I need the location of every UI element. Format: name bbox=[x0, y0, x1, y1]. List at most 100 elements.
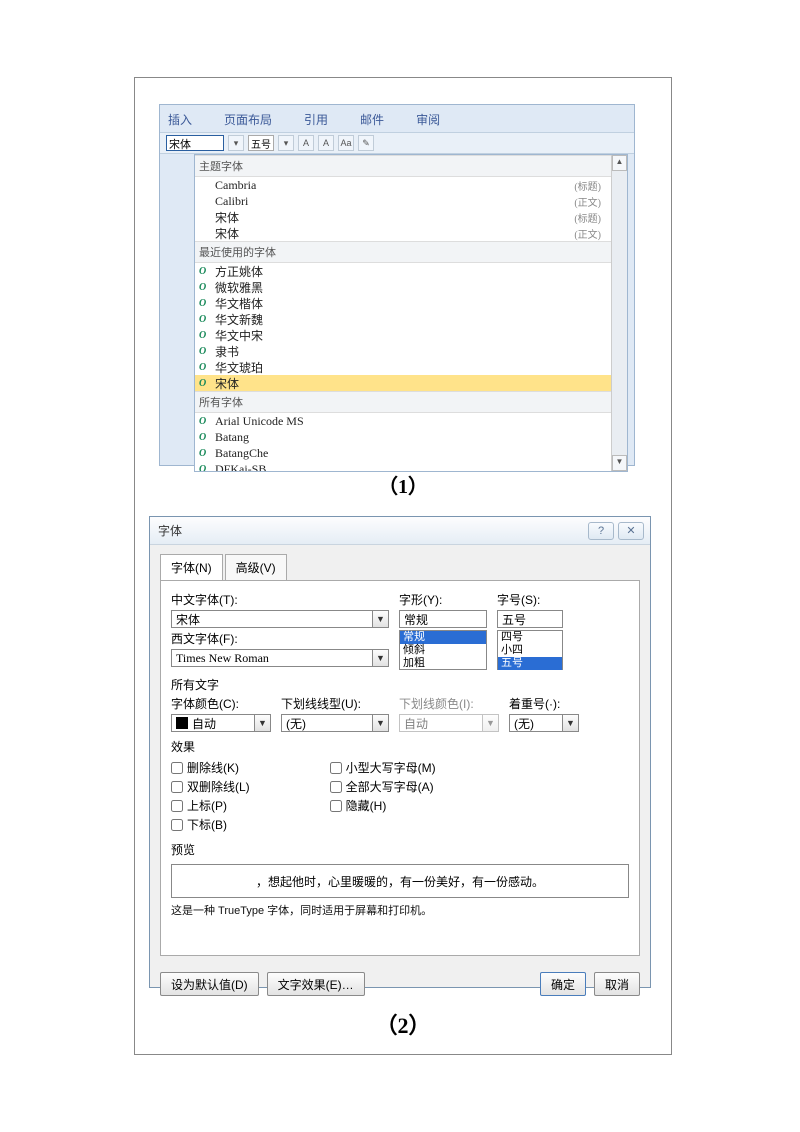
font-item-highlighted[interactable]: O 宋体 bbox=[195, 375, 611, 391]
font-item-label: 华文琥珀 bbox=[215, 359, 607, 376]
group-all-text: 所有文字 bbox=[171, 676, 629, 693]
ribbon-font-row: 宋体 ▾ 五号 ▾ A A Aa ✎ bbox=[160, 132, 634, 154]
font-item[interactable]: O 隶书 bbox=[195, 343, 611, 359]
font-item[interactable]: O华文琥珀 bbox=[195, 359, 611, 375]
chevron-down-icon: ▼ bbox=[372, 715, 388, 731]
list-item[interactable]: 加粗 bbox=[400, 657, 486, 670]
cb-hidden[interactable]: 隐藏(H) bbox=[330, 797, 436, 814]
grow-font-button[interactable]: A bbox=[298, 135, 314, 151]
ok-button[interactable]: 确定 bbox=[540, 972, 586, 996]
en-font-value: Times New Roman bbox=[172, 651, 372, 666]
emphasis-value: (无) bbox=[510, 715, 562, 732]
size-dropdown-arrow[interactable]: ▾ bbox=[278, 135, 294, 151]
font-item-tag: (标题) bbox=[574, 210, 601, 225]
font-item[interactable]: Calibri(正文) bbox=[195, 193, 611, 209]
size-listbox[interactable]: 四号 小四 五号 bbox=[497, 630, 563, 670]
chevron-down-icon: ▼ bbox=[372, 611, 388, 627]
font-item[interactable]: OBatangChe bbox=[195, 445, 611, 461]
clear-format-button[interactable]: ✎ bbox=[358, 135, 374, 151]
cb-subscript[interactable]: 下标(B) bbox=[171, 816, 250, 833]
font-item-label: Cambria bbox=[215, 178, 574, 193]
underline-combo[interactable]: (无) ▼ bbox=[281, 714, 389, 732]
list-item[interactable]: 小四 bbox=[498, 644, 562, 657]
font-item[interactable]: O方正姚体 bbox=[195, 263, 611, 279]
close-button[interactable]: ✕ bbox=[618, 522, 644, 540]
font-item[interactable]: 宋体(标题) bbox=[195, 209, 611, 225]
font-item[interactable]: OBatang bbox=[195, 429, 611, 445]
dialog-body: 中文字体(T): 字形(Y): 字号(S): 宋体 ▼ 常规 五号 bbox=[160, 580, 640, 956]
list-item[interactable]: 常规 bbox=[400, 631, 486, 644]
emphasis-combo[interactable]: (无) ▼ bbox=[509, 714, 579, 732]
font-item-label: 方正姚体 bbox=[215, 263, 607, 280]
chevron-down-icon: ▼ bbox=[372, 650, 388, 666]
cb-strikethrough[interactable]: 删除线(K) bbox=[171, 759, 250, 776]
cancel-button[interactable]: 取消 bbox=[594, 972, 640, 996]
font-list-scrollbar[interactable]: ▲ ▼ bbox=[611, 155, 627, 471]
tab-font[interactable]: 字体(N) bbox=[160, 554, 223, 581]
ribbon-tab-review[interactable]: 审阅 bbox=[416, 111, 440, 128]
size-input[interactable]: 五号 bbox=[497, 610, 563, 628]
help-button[interactable]: ? bbox=[588, 522, 614, 540]
color-value: 自动 bbox=[188, 715, 254, 732]
list-item[interactable]: 倾斜 bbox=[400, 644, 486, 657]
shrink-font-button[interactable]: A bbox=[318, 135, 334, 151]
list-item[interactable]: 四号 bbox=[498, 631, 562, 644]
font-item-tag: (正文) bbox=[574, 194, 601, 209]
font-item-label: Batang bbox=[215, 430, 607, 445]
group-effects: 效果 bbox=[171, 738, 629, 755]
text-effects-button[interactable]: 文字效果(E)… bbox=[267, 972, 365, 996]
tab-advanced[interactable]: 高级(V) bbox=[225, 554, 287, 581]
dialog-tabs: 字体(N) 高级(V) bbox=[160, 554, 650, 581]
truetype-icon: O bbox=[199, 448, 211, 459]
caption-2: （2） bbox=[135, 1008, 671, 1040]
ribbon-tab-mail[interactable]: 邮件 bbox=[360, 111, 384, 128]
cb-small-caps[interactable]: 小型大写字母(M) bbox=[330, 759, 436, 776]
font-item[interactable]: O华文新魏 bbox=[195, 311, 611, 327]
font-item-label: Calibri bbox=[215, 194, 574, 209]
style-input[interactable]: 常规 bbox=[399, 610, 487, 628]
style-listbox[interactable]: 常规 倾斜 加粗 bbox=[399, 630, 487, 670]
ribbon-tab-insert[interactable]: 插入 bbox=[168, 111, 192, 128]
scroll-down-button[interactable]: ▼ bbox=[612, 455, 627, 471]
dialog-button-row: 设为默认值(D) 文字效果(E)… 确定 取消 bbox=[150, 966, 650, 1006]
style-value: 常规 bbox=[400, 611, 486, 628]
truetype-icon: O bbox=[199, 378, 211, 389]
en-font-combo[interactable]: Times New Roman ▼ bbox=[171, 649, 389, 667]
underline-color-combo: 自动 ▼ bbox=[399, 714, 499, 732]
cn-font-combo[interactable]: 宋体 ▼ bbox=[171, 610, 389, 628]
change-case-button[interactable]: Aa bbox=[338, 135, 354, 151]
cb-all-caps[interactable]: 全部大写字母(A) bbox=[330, 778, 436, 795]
font-item[interactable]: Cambria(标题) bbox=[195, 177, 611, 193]
preview-text: ，想起他时，心里暖暖的，有一份美好，有一份感动。 bbox=[256, 873, 544, 890]
list-item[interactable]: 五号 bbox=[498, 657, 562, 670]
font-item[interactable]: O微软雅黑 bbox=[195, 279, 611, 295]
label-size: 字号(S): bbox=[497, 591, 540, 608]
font-item[interactable]: 宋体(正文) bbox=[195, 225, 611, 241]
scroll-up-button[interactable]: ▲ bbox=[612, 155, 627, 171]
font-dropdown-arrow[interactable]: ▾ bbox=[228, 135, 244, 151]
font-color-combo[interactable]: 自动 ▼ bbox=[171, 714, 271, 732]
cb-double-strike[interactable]: 双删除线(L) bbox=[171, 778, 250, 795]
dialog-title: 字体 bbox=[156, 522, 584, 539]
chevron-down-icon: ▼ bbox=[562, 715, 578, 731]
label-emphasis: 着重号(·): bbox=[509, 695, 560, 712]
font-dropdown-panel: 插入 页面布局 引用 邮件 审阅 宋体 ▾ 五号 ▾ A A Aa ✎ 主题字体… bbox=[159, 104, 635, 466]
ribbon-tab-layout[interactable]: 页面布局 bbox=[224, 111, 272, 128]
ribbon-tab-ref[interactable]: 引用 bbox=[304, 111, 328, 128]
font-size-input[interactable]: 五号 bbox=[248, 135, 274, 151]
label-color: 字体颜色(C): bbox=[171, 695, 281, 712]
font-item-label: 隶书 bbox=[215, 343, 607, 360]
set-default-button[interactable]: 设为默认值(D) bbox=[160, 972, 259, 996]
page-frame: 插入 页面布局 引用 邮件 审阅 宋体 ▾ 五号 ▾ A A Aa ✎ 主题字体… bbox=[134, 77, 672, 1055]
font-item-label: 宋体 bbox=[215, 375, 607, 392]
truetype-icon: O bbox=[199, 330, 211, 341]
chevron-down-icon: ▼ bbox=[254, 715, 270, 731]
truetype-icon: O bbox=[199, 346, 211, 357]
font-item[interactable]: OArial Unicode MS bbox=[195, 413, 611, 429]
font-item[interactable]: O华文楷体 bbox=[195, 295, 611, 311]
font-item[interactable]: O华文中宋 bbox=[195, 327, 611, 343]
section-recent-fonts: 最近使用的字体 bbox=[195, 241, 611, 263]
truetype-icon: O bbox=[199, 416, 211, 427]
cb-superscript[interactable]: 上标(P) bbox=[171, 797, 250, 814]
font-name-input[interactable]: 宋体 bbox=[166, 135, 224, 151]
